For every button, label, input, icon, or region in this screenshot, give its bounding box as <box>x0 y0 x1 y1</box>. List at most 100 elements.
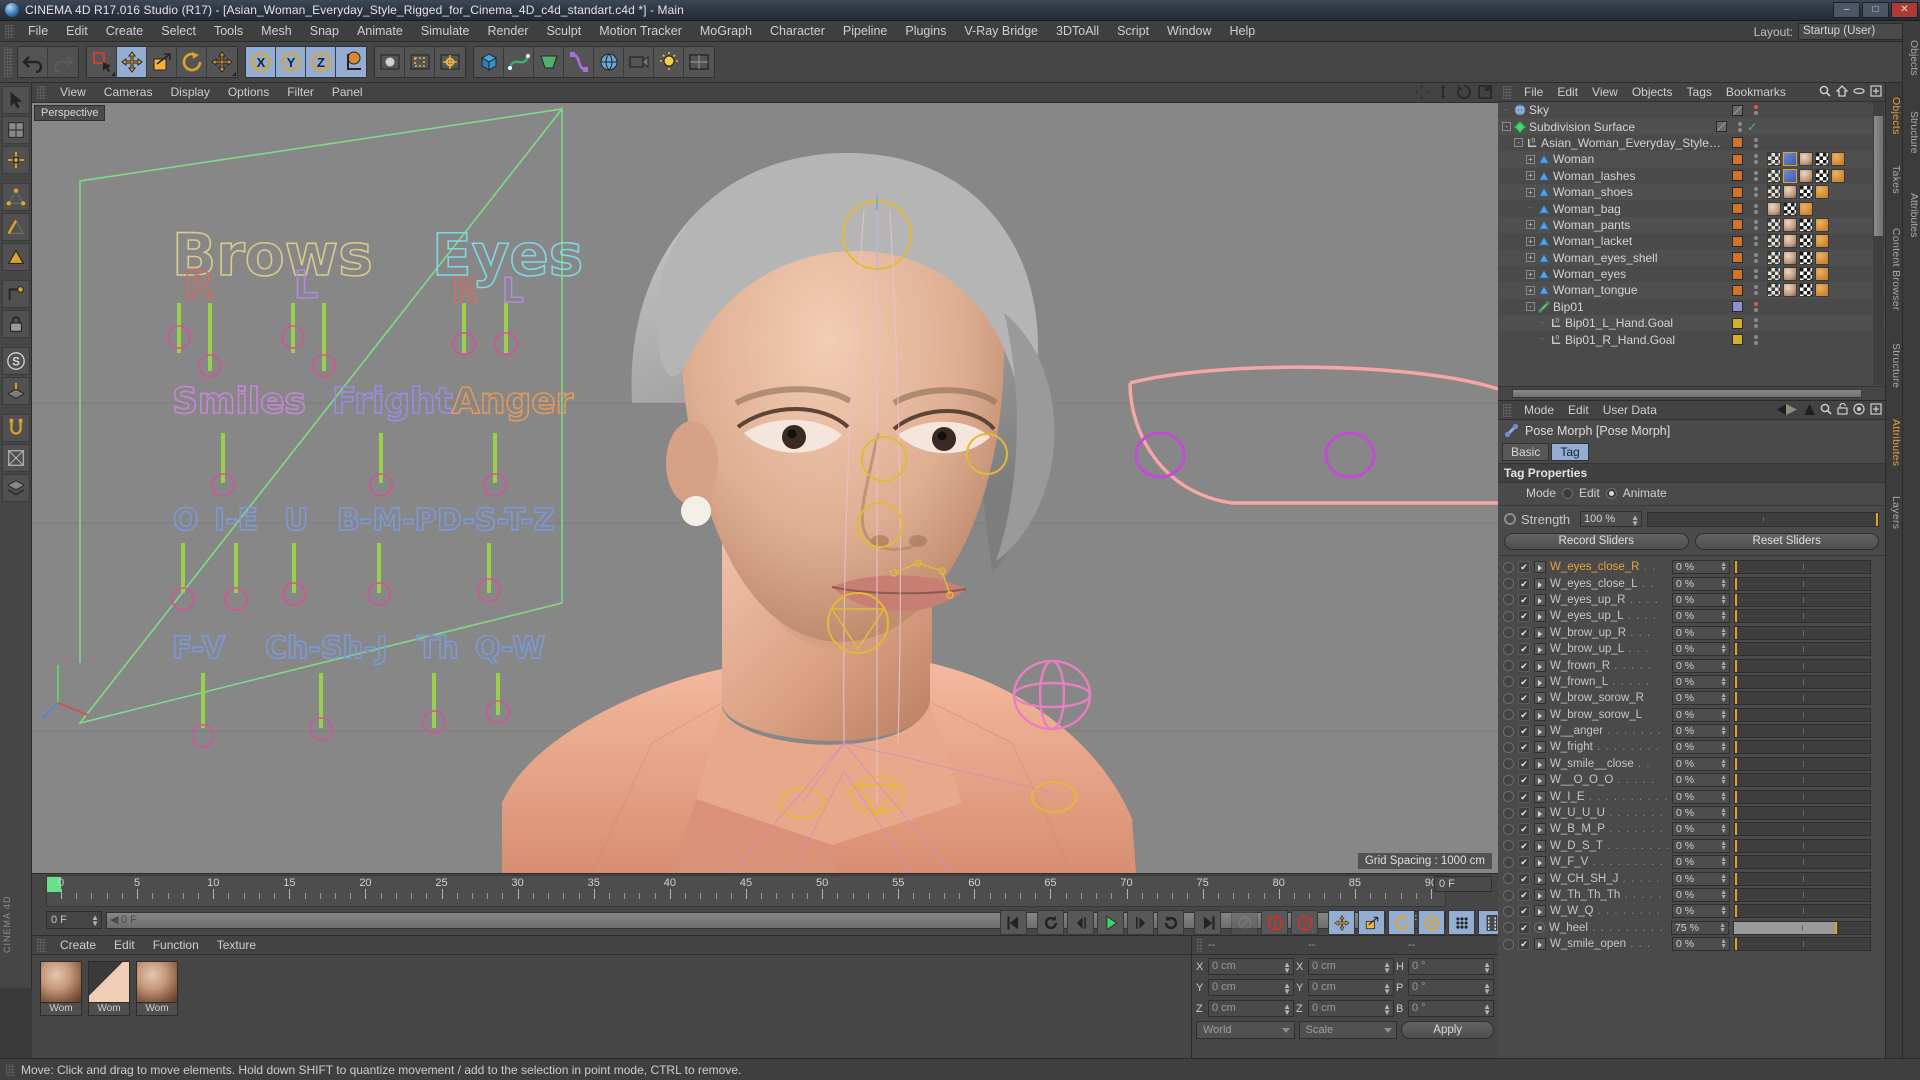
morph-keyframe-icon[interactable] <box>1503 725 1514 737</box>
object-layer-cell[interactable] <box>1725 219 1749 231</box>
object-tree[interactable]: – Sky - Subdivision Surface ✓ -0 Asian_Woman_E… <box>1498 102 1885 385</box>
mode-animate-radio[interactable] <box>1605 487 1617 499</box>
material-swatch[interactable]: Wom <box>136 961 178 1016</box>
editor-visibility-dot[interactable] <box>1738 121 1742 126</box>
tag-uv-icon[interactable] <box>1783 201 1797 216</box>
editor-visibility-dot[interactable] <box>1754 252 1758 257</box>
material-swatch[interactable]: Wom <box>40 961 82 1016</box>
layout-dropdown[interactable]: Startup (User) <box>1798 23 1916 40</box>
object-row[interactable]: – 0 Bip01_R_Hand.Goal <box>1498 331 1885 347</box>
morph-value-field[interactable]: 0 % ▲ ▼ <box>1672 822 1730 837</box>
scene-button[interactable] <box>684 47 714 77</box>
layer-color-chip[interactable] <box>1731 219 1743 231</box>
snap-button[interactable] <box>1 414 30 442</box>
tag-material-icon[interactable] <box>1783 234 1797 249</box>
strength-input[interactable]: 100 % ▲ ▼ <box>1580 511 1642 528</box>
morph-slider[interactable] <box>1734 937 1871 952</box>
tab-objects[interactable]: Objects <box>1885 85 1902 147</box>
position-key-button[interactable] <box>1328 910 1355 935</box>
viewport-panel[interactable]: View Cameras Display Options Filter Panel <box>32 83 1498 873</box>
strength-slider[interactable] <box>1647 511 1879 527</box>
morph-slider[interactable] <box>1734 822 1871 837</box>
visibility-dots[interactable] <box>1749 187 1763 198</box>
minimize-button[interactable]: – <box>1833 2 1860 18</box>
attribute-manager-icons[interactable] <box>1777 403 1882 415</box>
record-active-objects-button[interactable] <box>1231 910 1258 935</box>
object-layer-cell[interactable] <box>1725 186 1749 198</box>
tab-takes[interactable]: Takes <box>1885 153 1902 205</box>
morph-keyframe-icon[interactable] <box>1503 709 1514 721</box>
object-layer-cell[interactable] <box>1725 235 1749 247</box>
morph-slider[interactable] <box>1734 789 1871 804</box>
timeline-frame-field[interactable]: 0 F <box>1434 876 1492 892</box>
menu-simulate[interactable]: Simulate <box>412 21 479 41</box>
expand-icon[interactable]: + <box>1526 187 1535 197</box>
menu-file[interactable]: File <box>19 21 57 41</box>
expand-icon[interactable]: + <box>1526 269 1535 279</box>
right-vertical-tabstrip[interactable]: Objects Takes Content Browser Structure … <box>1885 83 1902 1058</box>
layer-color-chip[interactable] <box>1731 170 1743 182</box>
tag-posemorph-icon[interactable] <box>1783 152 1797 167</box>
morph-enable-checkbox[interactable]: ✔ <box>1518 889 1530 901</box>
editor-visibility-dot[interactable] <box>1754 318 1758 323</box>
slider-handle[interactable] <box>1735 790 1737 803</box>
status-grip[interactable] <box>6 1063 15 1076</box>
morph-keyframe-icon[interactable] <box>1503 922 1514 934</box>
layer-none-chip[interactable] <box>1715 121 1727 133</box>
menu-sculpt[interactable]: Sculpt <box>537 21 590 41</box>
morph-target-arrow-icon[interactable] <box>1534 856 1546 869</box>
rotate-icon[interactable] <box>1457 85 1471 99</box>
morph-value-field[interactable]: 0 % ▲ ▼ <box>1672 691 1730 706</box>
stepper-icon[interactable]: ▲▼ <box>1720 741 1727 753</box>
morph-value-field[interactable]: 0 % ▲ ▼ <box>1672 773 1730 788</box>
morph-enable-checkbox[interactable]: ✔ <box>1518 626 1530 639</box>
stepper-icon[interactable]: ▲▼ <box>1631 514 1639 528</box>
morph-value-field[interactable]: 0 % ▲ ▼ <box>1672 806 1730 821</box>
menu-3dtoall[interactable]: 3DToAll <box>1047 21 1108 41</box>
render-region-button[interactable] <box>405 47 435 77</box>
morph-row[interactable]: ✔ W_brow_up_L . . . 0 % ▲ ▼ <box>1498 641 1885 657</box>
morph-enable-checkbox[interactable]: ✔ <box>1518 790 1530 803</box>
tag-weight-icon[interactable] <box>1767 152 1781 167</box>
object-row[interactable]: – Sky <box>1498 102 1885 118</box>
move-alt-button[interactable] <box>207 47 237 77</box>
stepper-icon[interactable]: ▲▼ <box>1283 982 1291 996</box>
tag-uv-icon[interactable] <box>1799 185 1813 200</box>
light-button[interactable] <box>654 47 684 77</box>
morph-keyframe-icon[interactable] <box>1503 741 1514 753</box>
search-icon[interactable] <box>1820 403 1832 415</box>
morph-keyframe-icon[interactable] <box>1503 627 1514 639</box>
morph-value-field[interactable]: 0 % ▲ ▼ <box>1672 625 1730 640</box>
object-layer-cell[interactable] <box>1725 252 1749 264</box>
maximize-icon[interactable] <box>1478 85 1492 99</box>
morph-target-arrow-icon[interactable] <box>1534 757 1546 770</box>
texture-mode-button[interactable] <box>1 116 30 144</box>
object-menu-tags[interactable]: Tags <box>1680 83 1719 101</box>
morph-row[interactable]: ✔ W_eyes_close_R . . 0 % ▲ ▼ <box>1498 559 1885 575</box>
layer-none-chip[interactable] <box>1731 104 1743 116</box>
morph-target-arrow-icon[interactable] <box>1534 741 1546 754</box>
morph-enable-checkbox[interactable]: ✔ <box>1518 757 1530 770</box>
stepper-icon[interactable]: ▲▼ <box>91 914 99 928</box>
generator-button[interactable] <box>534 47 564 77</box>
morph-keyframe-icon[interactable] <box>1503 610 1514 622</box>
morph-row[interactable]: ✔ W_brow_up_R . . . 0 % ▲ ▼ <box>1498 625 1885 641</box>
object-row[interactable]: – Woman_bag <box>1498 200 1885 216</box>
morph-enable-checkbox[interactable]: ✔ <box>1518 610 1530 623</box>
layer-color-chip[interactable] <box>1731 284 1743 296</box>
tab-attributes[interactable]: Attributes <box>1885 405 1902 481</box>
morph-value-field[interactable]: 75 % ▲ ▼ <box>1671 920 1729 935</box>
menu-help[interactable]: Help <box>1221 21 1265 41</box>
slider-handle[interactable] <box>1735 610 1737 623</box>
object-layer-cell[interactable] <box>1725 268 1749 280</box>
slider-handle[interactable] <box>1735 856 1737 869</box>
home-icon[interactable] <box>1836 85 1848 97</box>
tag-weight-icon[interactable] <box>1767 234 1781 249</box>
rotation-field-p[interactable]: 0 ° ▲ ▼ <box>1408 979 1494 996</box>
position-field-x[interactable]: 0 cm ▲ ▼ <box>1208 958 1294 975</box>
play-button[interactable] <box>1097 910 1124 935</box>
expand-icon[interactable]: + <box>1526 171 1535 181</box>
morph-target-arrow-icon[interactable] <box>1534 643 1546 656</box>
morph-slider[interactable] <box>1734 904 1871 919</box>
tag-material-icon[interactable] <box>1783 185 1797 200</box>
